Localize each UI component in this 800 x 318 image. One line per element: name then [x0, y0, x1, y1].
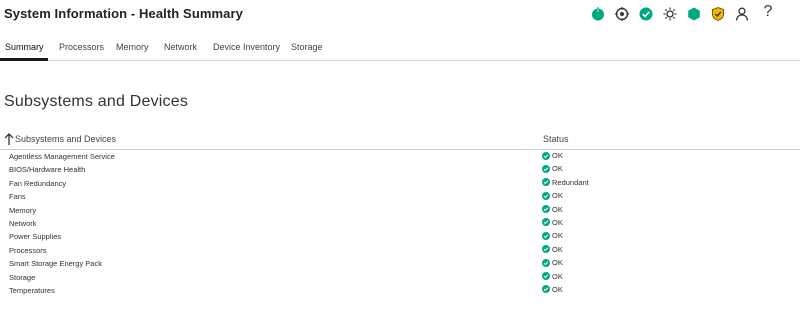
status-cell: OK [542, 218, 563, 227]
table-row: Temperatures OK [0, 284, 800, 297]
subsystems-table: Subsystems and Devices Status Agentless … [0, 130, 800, 297]
subsystem-name: Processors [9, 245, 47, 255]
column-header-subsystems[interactable]: Subsystems and Devices [15, 134, 116, 144]
health-ok-icon[interactable] [638, 6, 654, 22]
status-cell: OK [542, 245, 563, 254]
status-cell: OK [542, 285, 563, 294]
status-text: OK [552, 231, 563, 241]
status-cell: OK [542, 231, 563, 240]
table-row: Storage OK [0, 271, 800, 284]
table-header: Subsystems and Devices Status [0, 130, 800, 150]
status-text: OK [552, 244, 563, 254]
status-ok-icon [542, 231, 550, 240]
table-row: Power Supplies OK [0, 230, 800, 243]
tab-network[interactable]: Network [164, 42, 197, 52]
status-ok-icon [542, 272, 550, 281]
status-ok-icon [542, 191, 550, 200]
table-row: Agentless Management Service OK [0, 150, 800, 163]
status-ok-icon [542, 258, 550, 267]
table-row: Processors OK [0, 244, 800, 257]
status-ok-icon [542, 218, 550, 227]
power-status-icon[interactable] [590, 6, 606, 22]
status-ok-icon [542, 164, 550, 173]
status-ok-icon [542, 245, 550, 254]
table-row: Network OK [0, 217, 800, 230]
tab-storage[interactable]: Storage [291, 42, 323, 52]
hexagon-status-icon[interactable] [686, 6, 702, 22]
section-title: Subsystems and Devices [4, 93, 189, 110]
table-row: Smart Storage Energy Pack OK [0, 257, 800, 270]
status-ok-icon [542, 178, 550, 187]
security-shield-icon[interactable] [710, 6, 726, 22]
status-text: OK [552, 217, 563, 227]
header-icon-bar: ? [590, 0, 800, 28]
column-header-status[interactable]: Status [543, 134, 569, 144]
status-text: OK [552, 191, 563, 201]
subsystem-name: Power Supplies [9, 232, 62, 242]
subsystem-name: Fan Redundancy [9, 178, 67, 188]
status-cell: OK [542, 151, 563, 160]
tab-summary[interactable]: Summary [5, 42, 44, 52]
uid-target-icon[interactable] [614, 6, 630, 22]
status-ok-icon [542, 285, 550, 294]
help-icon[interactable]: ? [760, 3, 776, 20]
status-text: Redundant [552, 177, 589, 187]
subsystem-name: Smart Storage Energy Pack [9, 259, 102, 269]
arrow-up-icon[interactable] [4, 132, 14, 145]
status-ok-icon [542, 205, 550, 214]
tab-processors[interactable]: Processors [59, 42, 104, 52]
table-row: BIOS/Hardware Health OK [0, 163, 800, 176]
subsystem-name: Storage [9, 272, 36, 282]
subsystem-name: Network [9, 218, 37, 228]
tab-device-inventory[interactable]: Device Inventory [213, 42, 280, 52]
status-cell: OK [542, 205, 563, 214]
status-cell: OK [542, 258, 563, 267]
subsystem-name: Memory [9, 205, 37, 215]
subsystem-name: Agentless Management Service [9, 152, 115, 161]
status-cell: OK [542, 164, 563, 173]
tab-bar: Summary Processors Memory Network Device… [0, 38, 800, 61]
status-text: OK [552, 271, 563, 281]
table-body: Agentless Management Service OK BIOS/Hardw… [0, 150, 800, 297]
status-text: OK [552, 204, 563, 214]
status-ok-icon [542, 151, 550, 160]
status-text: OK [552, 164, 563, 174]
table-row: Fans OK [0, 190, 800, 203]
user-icon[interactable] [734, 6, 750, 22]
page-title: System Information - Health Summary [4, 6, 243, 21]
status-cell: Redundant [542, 178, 589, 187]
status-cell: OK [542, 191, 563, 200]
subsystem-name: Fans [9, 192, 26, 202]
active-tab-indicator [0, 58, 48, 61]
help-glyph: ? [763, 3, 773, 20]
status-cell: OK [542, 272, 563, 281]
header-bar: System Information - Health Summary ? [0, 0, 800, 28]
tab-memory[interactable]: Memory [116, 42, 149, 52]
status-text: OK [552, 151, 563, 160]
subsystem-name: Temperatures [9, 285, 55, 295]
table-row: Fan Redundancy Redundant [0, 177, 800, 190]
status-text: OK [552, 284, 563, 294]
status-text: OK [552, 258, 563, 268]
table-row: Memory OK [0, 204, 800, 217]
subsystem-name: BIOS/Hardware Health [9, 165, 86, 175]
brightness-icon[interactable] [662, 6, 678, 22]
